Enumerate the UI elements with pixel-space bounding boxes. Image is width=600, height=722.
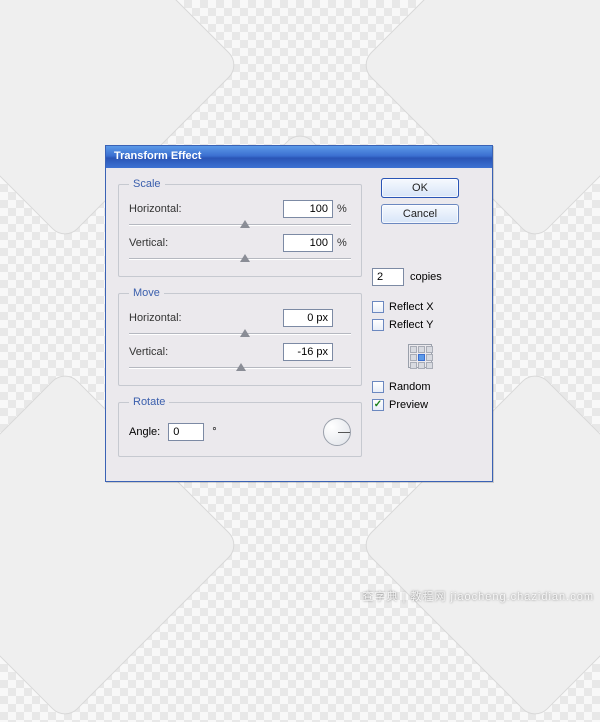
- angle-label: Angle:: [129, 426, 160, 438]
- move-group: Move Horizontal: Vertical:: [118, 287, 362, 386]
- percent-unit: %: [337, 237, 351, 249]
- dialog-titlebar[interactable]: Transform Effect: [106, 146, 492, 168]
- copies-label: copies: [410, 271, 442, 283]
- reflect-y-label: Reflect Y: [389, 319, 433, 331]
- move-horizontal-input[interactable]: [283, 309, 333, 327]
- scale-horizontal-slider[interactable]: [129, 220, 351, 230]
- transform-effect-dialog: Transform Effect Scale Horizontal: % Ver…: [105, 145, 493, 482]
- scale-vertical-slider[interactable]: [129, 254, 351, 264]
- scale-legend: Scale: [129, 178, 165, 190]
- random-checkbox[interactable]: [372, 381, 384, 393]
- reflect-x-label: Reflect X: [389, 301, 434, 313]
- angle-dial[interactable]: [323, 418, 351, 446]
- rotate-group: Rotate Angle: °: [118, 396, 362, 457]
- move-horizontal-label: Horizontal:: [129, 312, 182, 324]
- preview-label: Preview: [389, 399, 428, 411]
- reflect-y-row[interactable]: Reflect Y: [372, 319, 468, 331]
- move-horizontal-slider[interactable]: [129, 329, 351, 339]
- angle-input[interactable]: [168, 423, 204, 441]
- random-row[interactable]: Random: [372, 381, 468, 393]
- cancel-button[interactable]: Cancel: [381, 204, 459, 224]
- dialog-title: Transform Effect: [114, 150, 201, 162]
- reflect-x-checkbox[interactable]: [372, 301, 384, 313]
- preview-row[interactable]: Preview: [372, 399, 468, 411]
- move-legend: Move: [129, 287, 164, 299]
- move-vertical-label: Vertical:: [129, 346, 168, 358]
- scale-horizontal-label: Horizontal:: [129, 203, 182, 215]
- reflect-x-row[interactable]: Reflect X: [372, 301, 468, 313]
- rotate-legend: Rotate: [129, 396, 169, 408]
- percent-unit: %: [337, 203, 351, 215]
- move-vertical-input[interactable]: [283, 343, 333, 361]
- copies-input[interactable]: [372, 268, 404, 286]
- watermark: 查字典 | 教程网 jiaocheng.chazidian.com: [363, 588, 595, 604]
- scale-group: Scale Horizontal: % Vertical: %: [118, 178, 362, 277]
- ok-button[interactable]: OK: [381, 178, 459, 198]
- scale-horizontal-input[interactable]: [283, 200, 333, 218]
- scale-vertical-input[interactable]: [283, 234, 333, 252]
- random-label: Random: [389, 381, 431, 393]
- degree-unit: °: [212, 426, 216, 438]
- reflect-y-checkbox[interactable]: [372, 319, 384, 331]
- preview-checkbox[interactable]: [372, 399, 384, 411]
- scale-vertical-label: Vertical:: [129, 237, 168, 249]
- anchor-grid-icon[interactable]: [408, 344, 432, 368]
- move-vertical-slider[interactable]: [129, 363, 351, 373]
